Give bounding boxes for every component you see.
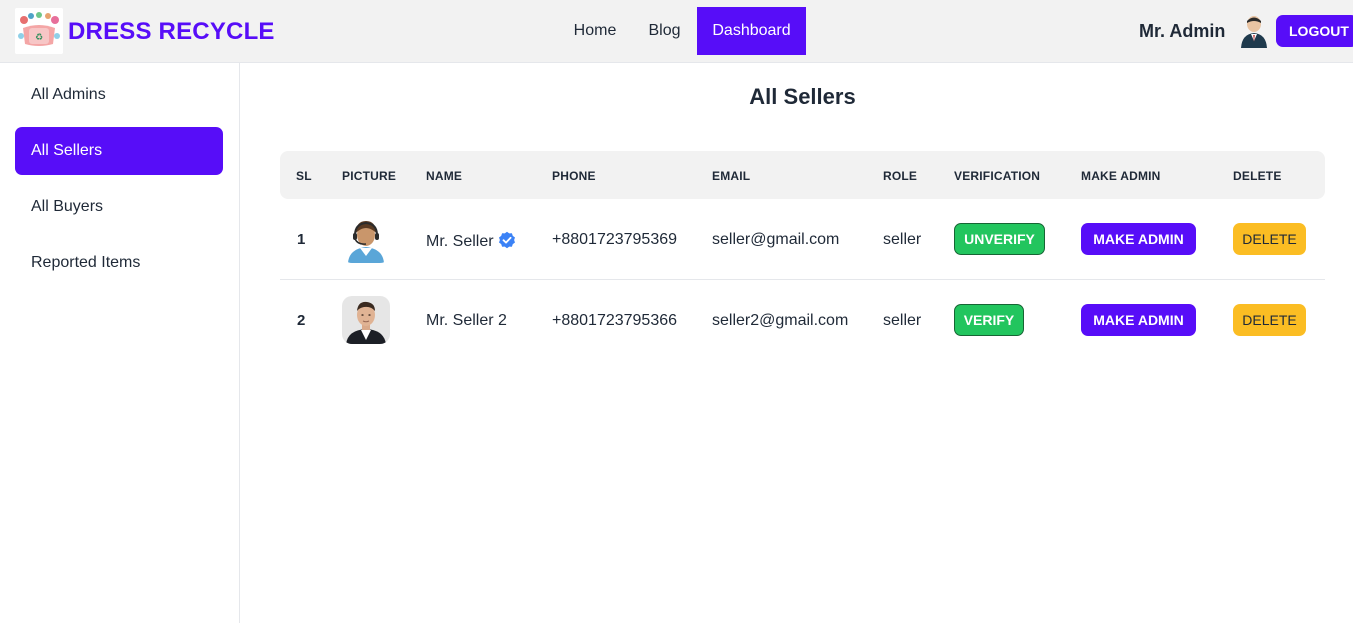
table-row: 2 Mr. Seller 2 +8801723795366 seller2@gm… [280,280,1325,361]
seller-role: seller [883,312,922,329]
seller-role: seller [883,231,922,248]
sidebar: All Admins All Sellers All Buyers Report… [0,63,240,623]
column-header-verification: VERIFICATION [954,169,1041,183]
seller-picture [342,296,390,344]
admin-name: Mr. Admin [1139,21,1226,41]
table-row: 1 Mr. Seller +8801723795369 seller@gmail… [280,199,1325,280]
nav-dashboard[interactable]: Dashboard [697,7,806,55]
column-header-phone: PHONE [552,169,596,183]
svg-text:♻: ♻ [35,33,43,43]
row-sl: 2 [297,312,306,329]
seller-picture [342,215,390,263]
sidebar-item-all-buyers[interactable]: All Buyers [15,183,223,231]
verify-button[interactable]: VERIFY [954,304,1024,336]
column-header-picture: PICTURE [342,169,397,183]
seller-name: Mr. Seller [426,231,516,251]
page-title: All Sellers [749,84,856,109]
make-admin-button[interactable]: MAKE ADMIN [1081,304,1196,336]
brand-name[interactable]: DRESS RECYCLE [68,18,275,46]
column-header-name: NAME [426,169,463,183]
make-admin-button[interactable]: MAKE ADMIN [1081,223,1196,255]
column-header-email: EMAIL [712,169,751,183]
admin-avatar [1238,14,1270,48]
sidebar-item-all-sellers[interactable]: All Sellers [15,127,223,175]
logo-image[interactable]: ♻ [15,8,63,54]
seller-name: Mr. Seller 2 [426,312,507,329]
sidebar-item-all-admins[interactable]: All Admins [15,71,223,119]
column-header-delete: DELETE [1233,169,1282,183]
verified-badge-icon [498,231,516,249]
column-header-role: ROLE [883,169,918,183]
seller-email: seller@gmail.com [712,231,840,248]
seller-phone: +8801723795369 [552,231,678,248]
logout-button[interactable]: LOGOUT [1276,15,1353,47]
delete-button[interactable]: DELETE [1233,304,1306,336]
row-sl: 1 [297,231,306,248]
nav-home[interactable]: Home [558,7,632,55]
table-header: SL PICTURE NAME PHONE EMAIL ROLE VERIFIC… [280,151,1325,199]
seller-phone: +8801723795366 [552,312,678,329]
seller-email: seller2@gmail.com [712,312,849,329]
seller-name-text: Mr. Seller [426,233,494,250]
delete-button[interactable]: DELETE [1233,223,1306,255]
top-navbar: ♻ DRESS RECYCLE Home Blog Dashboard Mr. … [0,0,1353,63]
column-header-sl: SL [296,169,312,183]
sidebar-item-reported-items[interactable]: Reported Items [15,239,223,287]
unverify-button[interactable]: UNVERIFY [954,223,1045,255]
column-header-make-admin: MAKE ADMIN [1081,169,1161,183]
nav-blog[interactable]: Blog [632,7,697,55]
